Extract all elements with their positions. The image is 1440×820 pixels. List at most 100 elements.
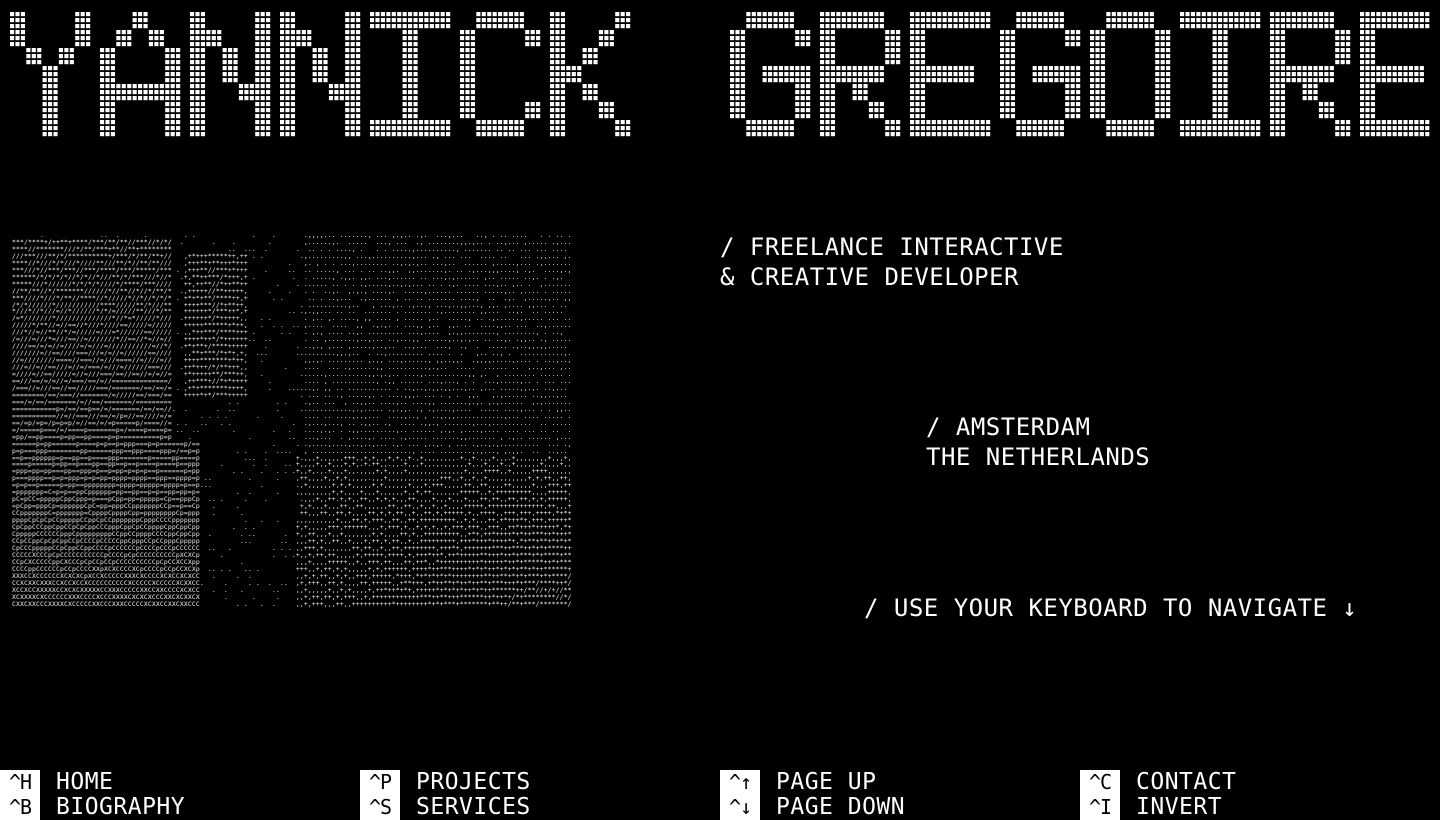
- title-dot: [1419, 126, 1424, 131]
- title-dot: [1005, 48, 1010, 53]
- title-dot: [1335, 132, 1340, 137]
- title-dot: [190, 96, 195, 101]
- title-dot: [1005, 114, 1010, 119]
- title-dot: [86, 24, 91, 29]
- title-dot: [730, 42, 735, 47]
- title-dot: [863, 78, 868, 83]
- title-dot: [1166, 114, 1171, 119]
- title-dot: [165, 60, 170, 65]
- title-dot: [1000, 36, 1005, 41]
- title-dot: [980, 18, 985, 23]
- title-dot: [598, 42, 604, 47]
- title-dot: [910, 60, 915, 65]
- title-dot: [1387, 72, 1392, 77]
- title-dot: [222, 66, 227, 71]
- shortcut-group-contact: ^C CONTACT ^I INVERT: [1080, 770, 1420, 820]
- title-dot: [1250, 24, 1255, 29]
- title-dot: [1218, 30, 1223, 35]
- title-dot: [255, 66, 260, 71]
- title-dot: [1365, 96, 1370, 101]
- title-dot: [740, 66, 745, 71]
- title-dot: [1048, 132, 1054, 137]
- title-dot: [1016, 24, 1021, 29]
- title-dot: [1313, 18, 1318, 23]
- title-dot: [350, 78, 355, 83]
- shortcut-services[interactable]: ^S SERVICES: [360, 795, 700, 820]
- title-dot: [165, 84, 170, 89]
- title-dot: [806, 114, 811, 119]
- title-dot: [350, 36, 355, 41]
- title-dot: [42, 66, 47, 71]
- title-dot: [1160, 72, 1165, 77]
- title-dot: [233, 66, 238, 71]
- title-dot: [550, 132, 555, 137]
- title-dot: [255, 84, 260, 89]
- title-dot: [571, 78, 576, 83]
- title-dot: [530, 42, 535, 47]
- title-dot: [1376, 66, 1381, 71]
- title-dot: [402, 54, 407, 59]
- title-dot: [915, 60, 920, 65]
- title-dot: [1095, 114, 1100, 119]
- title-dot: [1365, 48, 1370, 53]
- title-dot: [53, 120, 58, 125]
- title-dot: [498, 18, 503, 23]
- title-dot: [280, 66, 285, 71]
- title-dot: [266, 66, 271, 71]
- title-dot: [555, 12, 560, 17]
- shortcut-key-contact: ^C: [1080, 770, 1120, 795]
- shortcut-invert[interactable]: ^I INVERT: [1080, 795, 1420, 820]
- title-dot: [148, 42, 154, 47]
- title-dot: [285, 78, 290, 83]
- title-dot: [1160, 66, 1165, 71]
- title-dot: [350, 66, 355, 71]
- title-dot: [397, 120, 402, 125]
- title-dot: [620, 12, 625, 17]
- title-dot: [1166, 84, 1171, 89]
- title-dot: [1223, 36, 1228, 41]
- shortcut-home[interactable]: ^H HOME: [0, 770, 340, 795]
- title-dot: [170, 60, 175, 65]
- title-dot: [285, 132, 290, 137]
- title-dot: [233, 60, 238, 65]
- shortcut-label-home: HOME: [56, 769, 114, 795]
- title-dot: [830, 72, 835, 77]
- title-dot: [942, 78, 947, 83]
- title-dot: [481, 120, 486, 125]
- title-dot: [370, 24, 375, 29]
- title-dot: [1245, 12, 1250, 17]
- title-dot: [48, 108, 53, 113]
- title-dot: [830, 132, 835, 137]
- title-dot: [408, 60, 413, 65]
- title-dot: [1275, 108, 1280, 113]
- title-dot: [1387, 24, 1392, 29]
- title-dot: [159, 36, 164, 41]
- title-dot: [127, 84, 132, 89]
- title-dot: [345, 108, 350, 113]
- title-dot: [820, 120, 825, 125]
- title-dot: [730, 66, 735, 71]
- title-dot: [15, 24, 20, 29]
- title-dot: [858, 96, 863, 101]
- title-dot: [615, 132, 620, 137]
- title-dot: [1100, 54, 1105, 59]
- shortcut-biography[interactable]: ^B BIOGRAPHY: [0, 795, 340, 820]
- title-dot: [800, 72, 805, 77]
- title-dot: [1090, 42, 1095, 47]
- title-dot: [593, 96, 598, 101]
- shortcut-page-up[interactable]: ^↑ PAGE UP: [720, 770, 1060, 795]
- title-dot: [1414, 126, 1419, 131]
- shortcut-contact[interactable]: ^C CONTACT: [1080, 770, 1420, 795]
- shortcut-projects[interactable]: ^P PROJECTS: [360, 770, 700, 795]
- title-dot: [211, 30, 216, 35]
- title-dot: [530, 36, 535, 41]
- title-dot: [413, 66, 418, 71]
- title-dot: [1308, 24, 1313, 29]
- title-dot: [266, 132, 271, 137]
- title-dot: [1414, 18, 1419, 23]
- title-dot: [165, 72, 170, 77]
- title-dot: [105, 90, 110, 95]
- title-dot: [1076, 66, 1081, 71]
- shortcut-page-down[interactable]: ^↓ PAGE DOWN: [720, 795, 1060, 820]
- title-dot: [48, 120, 53, 125]
